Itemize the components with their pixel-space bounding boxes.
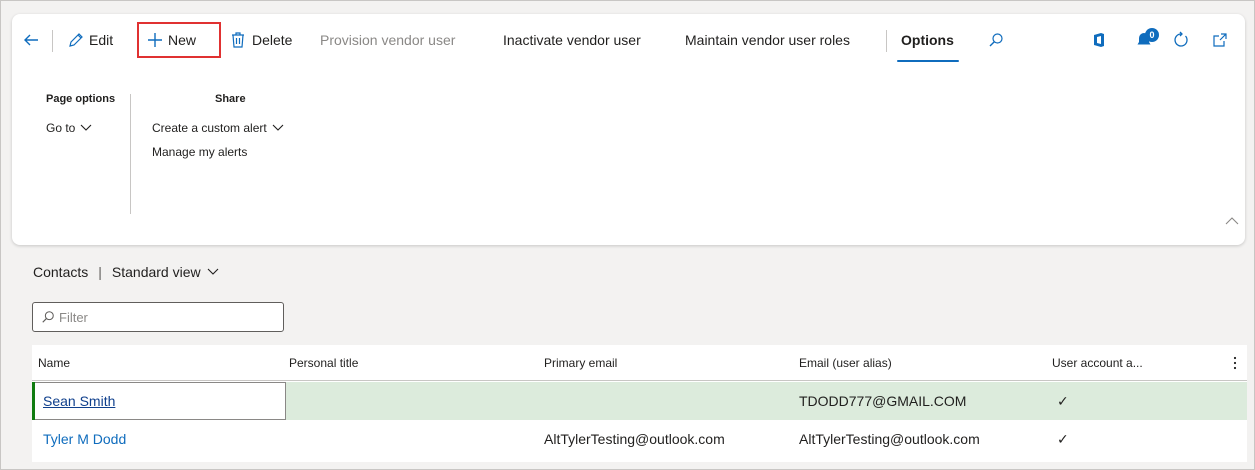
view-name-label: Standard view [111,264,201,280]
primary-email-cell: AltTylerTesting@outlook.com [544,431,725,447]
edit-button[interactable]: Edit [67,24,113,56]
office-button[interactable] [1092,24,1106,56]
refresh-button[interactable] [1172,24,1190,56]
chevron-down-icon [80,124,92,131]
toolbar-separator [52,30,53,52]
view-selector[interactable]: Standard view [112,264,219,280]
custom-alert-label: Create a custom alert [152,121,267,135]
delete-label: Delete [252,32,293,48]
user-alias-cell: AltTylerTesting@outlook.com [799,431,980,447]
provision-label: Provision vendor user [320,32,456,48]
user-alias-cell: TDODD777@GMAIL.COM [799,393,967,409]
contacts-grid: Name Personal title Primary email Email … [32,345,1247,462]
column-header-email-user-alias[interactable]: Email (user alias) [799,345,892,381]
inactivate-label: Inactivate vendor user [503,32,641,48]
go-to-label: Go to [46,121,76,135]
back-button[interactable] [22,24,40,56]
go-to-menu[interactable]: Go to [46,121,92,135]
table-row[interactable]: Tyler M Dodd AltTylerTesting@outlook.com… [32,420,1247,458]
open-new-window-button[interactable] [1212,24,1228,56]
new-button-highlight [137,22,221,58]
user-account-check-icon: ✓ [1057,393,1069,409]
contact-name-link[interactable]: Tyler M Dodd [43,420,126,458]
provision-vendor-user-button[interactable]: Provision vendor user [320,24,455,56]
edit-label: Edit [89,32,114,48]
grid-header: Name Personal title Primary email Email … [32,345,1247,381]
notifications-button[interactable]: 0 [1134,24,1162,56]
office-icon [1094,33,1104,47]
trash-icon [232,32,244,48]
column-header-user-account[interactable]: User account a... [1052,345,1143,381]
tab-options[interactable]: Options [901,24,954,56]
filter-input[interactable] [59,309,279,325]
tab-options-indicator [897,60,959,62]
more-options-icon[interactable] [1232,355,1238,371]
search-icon [989,33,1003,47]
collapse-chevron-up-icon[interactable] [1225,216,1239,225]
search-icon [42,311,54,323]
group-separator [130,94,131,214]
search-button[interactable] [988,24,1004,56]
delete-button[interactable]: Delete [230,24,292,56]
maintain-label: Maintain vendor user roles [685,32,850,48]
column-header-primary-email[interactable]: Primary email [544,345,617,381]
page-options-title: Page options [46,93,116,105]
filter-box[interactable] [32,302,284,332]
back-arrow-icon [24,34,38,46]
options-label: Options [901,32,954,48]
refresh-icon [1174,31,1188,47]
pencil-icon [69,33,83,47]
notification-badge: 0 [1145,28,1159,42]
column-header-personal-title[interactable]: Personal title [289,345,358,381]
row-selection-indicator [32,382,35,420]
table-row[interactable]: Sean Smith TDODD777@GMAIL.COM ✓ [32,382,1247,420]
view-header: Contacts | Standard view [33,262,219,282]
toolbar-separator [886,30,887,52]
create-custom-alert-menu[interactable]: Create a custom alert [152,121,284,135]
maintain-vendor-user-roles-button[interactable]: Maintain vendor user roles [685,24,850,56]
manage-my-alerts-link[interactable]: Manage my alerts [152,145,247,159]
contact-name-link[interactable]: Sean Smith [43,382,115,420]
view-entity-label: Contacts [33,264,89,280]
popout-icon [1213,33,1227,47]
inactivate-vendor-user-button[interactable]: Inactivate vendor user [503,24,641,56]
view-header-divider: | [98,264,102,280]
chevron-down-icon [272,124,284,131]
chevron-down-icon [207,268,218,275]
column-header-name[interactable]: Name [38,345,70,381]
manage-alerts-label: Manage my alerts [152,145,248,159]
user-account-check-icon: ✓ [1057,431,1069,447]
share-title: Share [215,93,246,105]
